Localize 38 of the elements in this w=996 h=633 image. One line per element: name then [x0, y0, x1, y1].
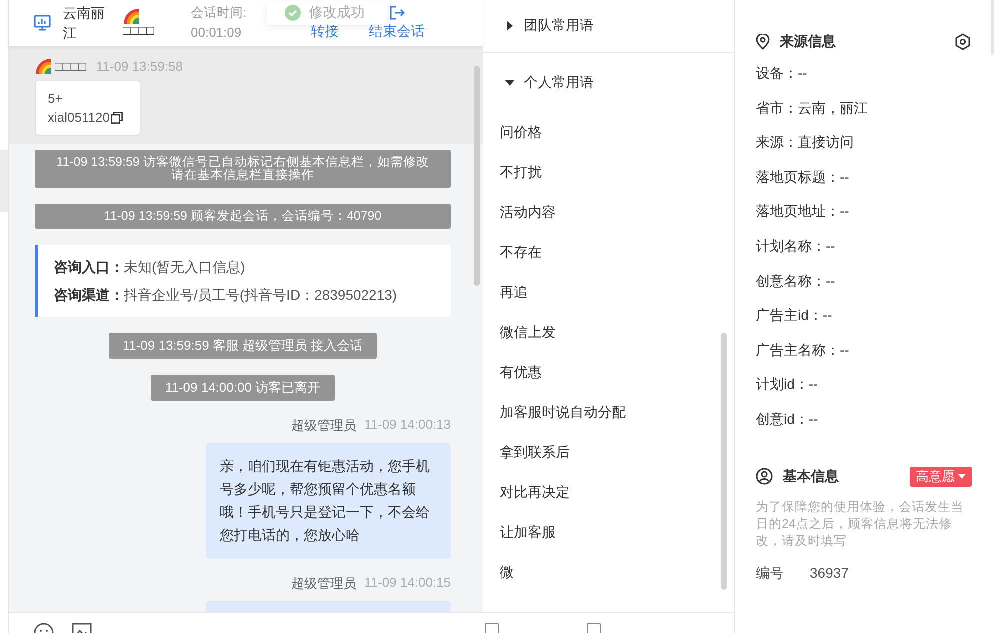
info-label: 咨询渠道：	[54, 286, 124, 305]
field-label: 编号	[756, 564, 784, 583]
info-line: 创意id：--	[756, 410, 820, 429]
location-text: 云南丽江	[63, 4, 106, 43]
message-time: 11-09 14:00:13	[364, 417, 451, 434]
info-line: 设备：--	[756, 64, 808, 83]
info-line: 广告主名称：--	[756, 340, 850, 360]
info-line: 广告主id：--	[756, 306, 834, 326]
message-time: 11-09 14:00:15	[364, 575, 451, 592]
info-line: 省市：云南，丽江	[756, 98, 869, 118]
notice-text: 为了保障您的使用体验，会话发生当日的24点之后，顾客信息将无法修改，请及时填写	[756, 498, 965, 550]
sender-name: □□□□	[55, 58, 86, 74]
info-line: 计划名称：--	[756, 236, 836, 256]
message-time: 11-09 13:59:58	[96, 58, 183, 74]
info-line: 落地页标题：--	[756, 168, 850, 187]
field-value: 36937	[810, 564, 849, 583]
section-title: 来源信息	[780, 33, 836, 51]
info-line: 创意名称：--	[756, 272, 836, 291]
section-title: 基本信息	[783, 468, 839, 486]
info-line: 来源：直接访问	[756, 133, 855, 152]
info-value: 抖音企业号/员工号(抖音号ID：2839502213)	[124, 286, 398, 305]
message-text: xial051120	[48, 109, 110, 127]
sender-name: 超级管理员	[292, 575, 356, 593]
session-time-label: 会话时间:	[191, 4, 248, 22]
toast-text: 修改成功	[309, 4, 365, 22]
info-value: 未知(暂无入口信息)	[124, 258, 246, 277]
message-bubble: 亲，咱们现在有钜惠活动，您手机号多少呢，帮您预留个优惠名额哦！手机号只是登记一下，不会给您打电话的，您放心哈	[206, 443, 451, 559]
info-label: 咨询入口：	[54, 258, 124, 277]
message-text: 5+	[48, 90, 63, 108]
sender-name: 超级管理员	[292, 417, 356, 435]
system-message: 11-09 14:00:00 访客已离开	[151, 375, 335, 401]
info-line: 落地页地址：--	[756, 202, 850, 222]
system-message: 11-09 13:59:59 顾客发起会话，会话编号：40790	[35, 204, 451, 229]
visitor-name: □□□□	[123, 24, 154, 38]
system-message: 11-09 13:59:59 客服 超级管理员 接入会话	[108, 333, 378, 359]
info-line: 计划id：--	[756, 375, 820, 394]
system-message: 11-09 13:59:59 访客微信号已自动标记右侧基本信息栏，如需修改请在基本信息栏直接操作	[35, 150, 451, 188]
session-time: 00:01:09	[191, 24, 243, 42]
